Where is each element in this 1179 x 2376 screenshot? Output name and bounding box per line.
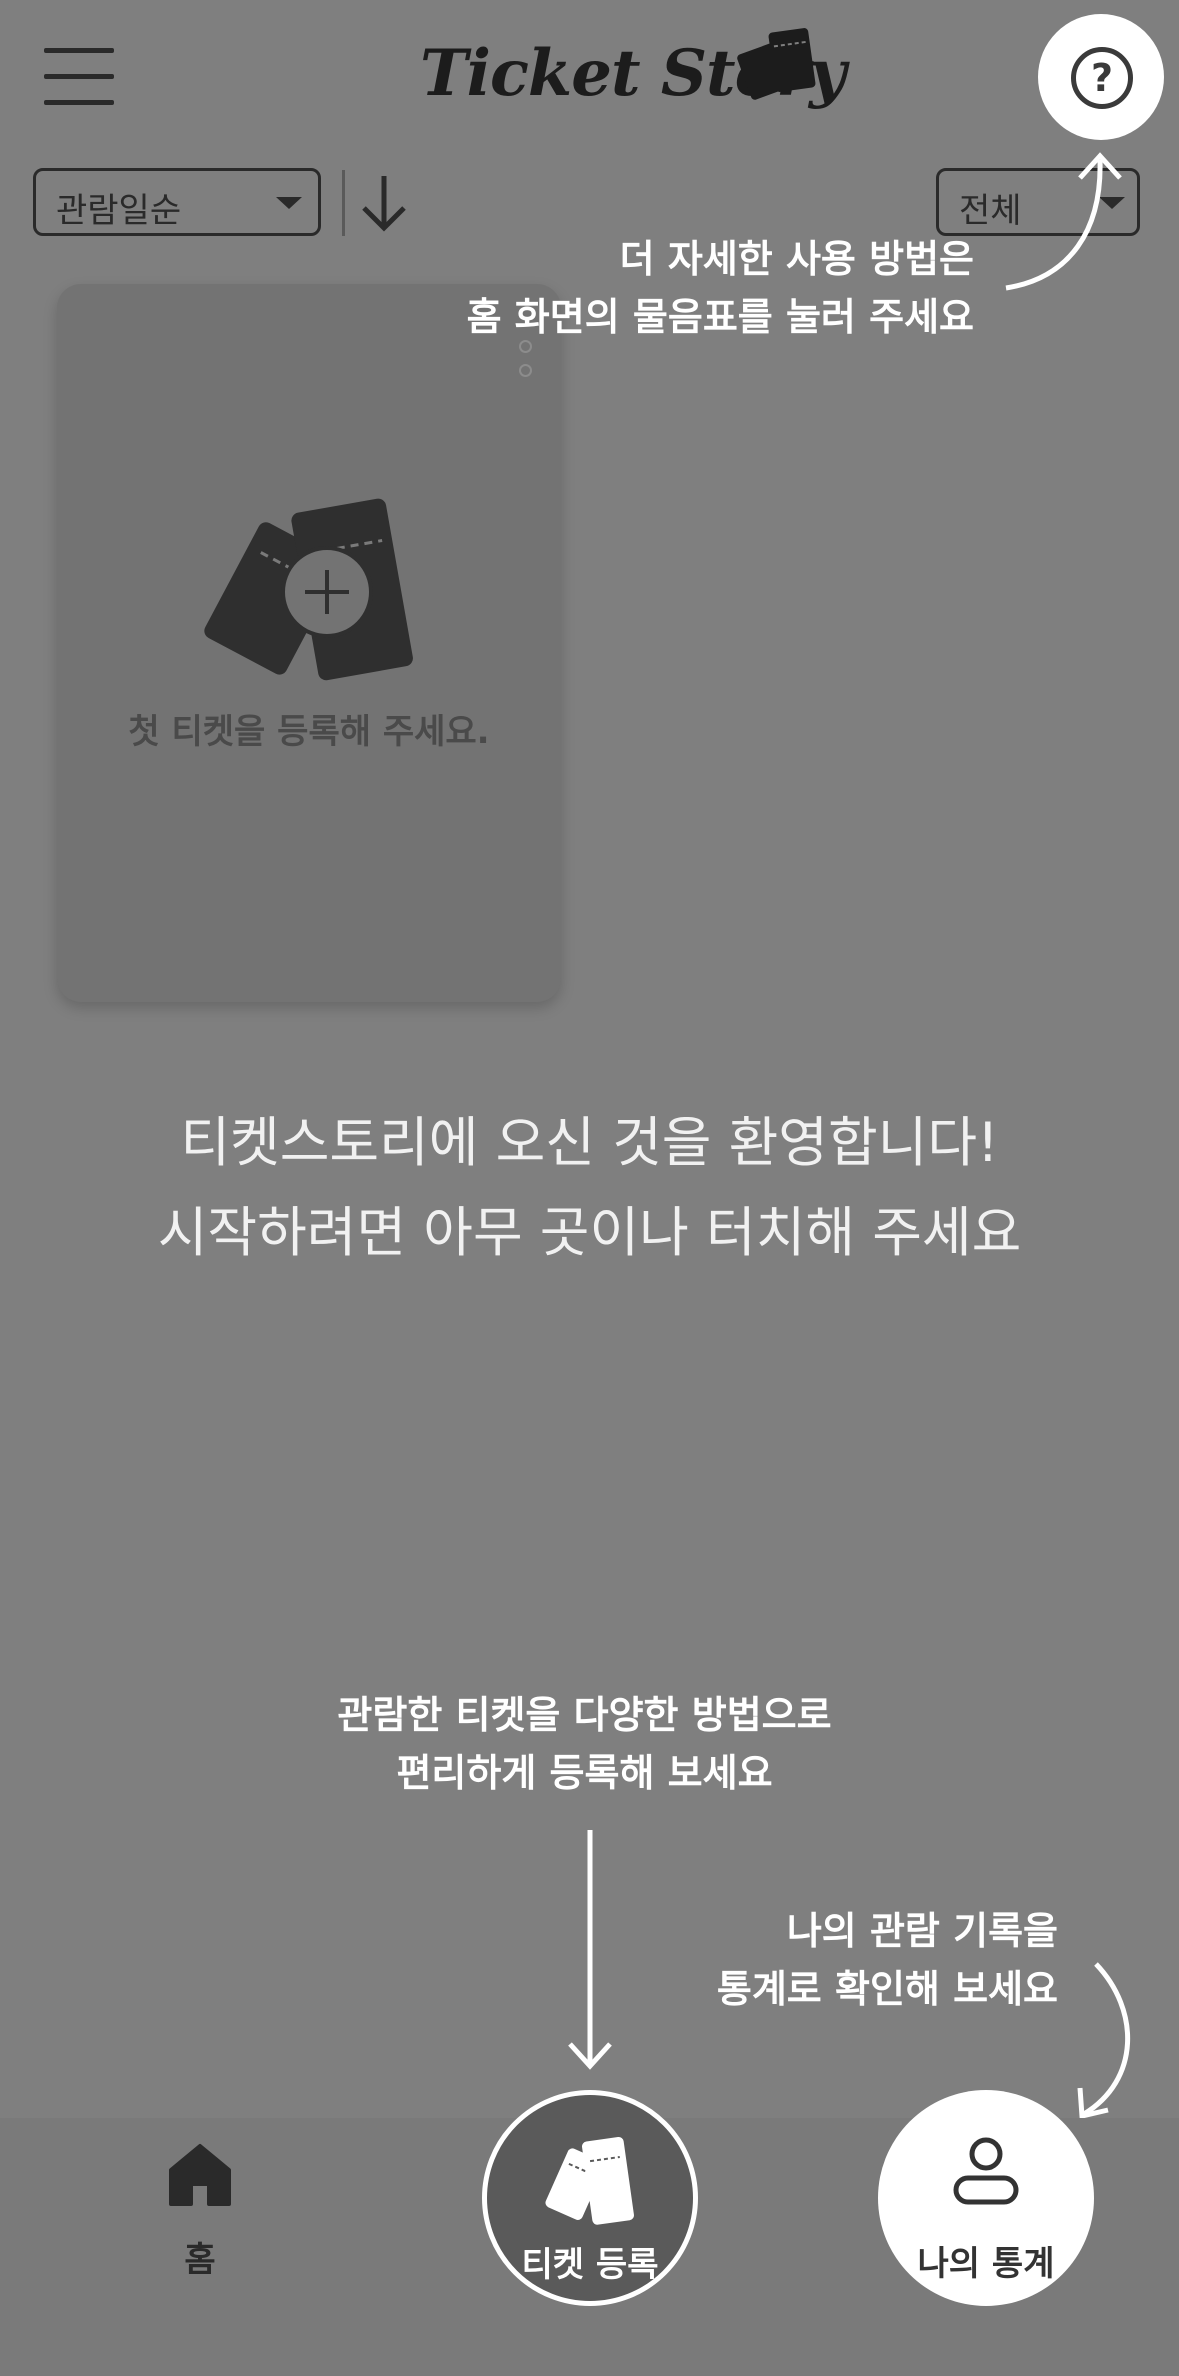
more-options-dot (519, 364, 532, 377)
logo-ticket-icon (737, 28, 816, 100)
add-first-ticket-card[interactable]: 첫 티켓을 등록해 주세요. (57, 284, 561, 1002)
register-tip-line-1: 관람한 티켓을 다양한 방법으로 (337, 1693, 832, 1737)
chevron-down-icon (276, 197, 302, 209)
register-tip: 관람한 티켓을 다양한 방법으로 편리하게 등록해 보세요 (0, 1686, 1179, 1802)
stats-tip-line-2: 통계로 확인해 보세요 (716, 1967, 1058, 2011)
register-tip-arrowhead (568, 2042, 612, 2070)
help-tip-line-2: 홈 화면의 물음표를 눌러 주세요 (466, 295, 974, 339)
help-button[interactable]: ? (1038, 14, 1164, 140)
hamburger-menu-icon[interactable] (44, 48, 114, 108)
ticket-plus-icon (204, 498, 413, 681)
welcome-line-2: 시작하려면 아무 곳이나 터치해 주세요 (157, 1201, 1022, 1264)
home-icon (169, 2144, 231, 2206)
stats-tip: 나의 관람 기록을 통계로 확인해 보세요 (560, 1902, 1058, 2018)
chevron-down-icon (1099, 197, 1125, 209)
welcome-line-1: 티켓스토리에 오신 것을 환영합니다! (180, 1111, 999, 1174)
help-tip-line-1: 더 자세한 사용 방법은 (619, 237, 974, 281)
stats-tip-arrowhead (1077, 2087, 1109, 2120)
arrow-down-icon (362, 176, 406, 232)
nav-stats-label: 나의 통계 (917, 2244, 1055, 2284)
sort-order-value: 관람일순 (56, 191, 182, 231)
app-logo: Ticket Story (420, 28, 846, 138)
nav-home-label: 홈 (184, 2240, 216, 2280)
stats-tip-arrow (1082, 1962, 1131, 2117)
sort-order-select[interactable]: 관람일순 (33, 168, 321, 236)
category-select[interactable]: 전체 (936, 168, 1140, 236)
question-mark-icon: ? (1071, 47, 1133, 109)
empty-ticket-message: 첫 티켓을 등록해 주세요. (128, 712, 490, 752)
nav-my-stats[interactable]: 나의 통계 (878, 2090, 1094, 2306)
nav-home[interactable]: 홈 (150, 2140, 250, 2280)
help-tip: 더 자세한 사용 방법은 홈 화면의 물음표를 눌러 주세요 (300, 230, 974, 346)
register-tip-line-2: 편리하게 등록해 보세요 (396, 1751, 773, 1795)
nav-register-label: 티켓 등록 (521, 2245, 659, 2285)
sort-direction-button[interactable] (356, 172, 412, 234)
user-icon (953, 2137, 1019, 2205)
nav-register-ticket[interactable]: 티켓 등록 (482, 2090, 698, 2306)
category-value: 전체 (959, 191, 1022, 231)
ticket-icon (545, 2136, 634, 2225)
filter-divider (342, 170, 345, 236)
stats-tip-line-1: 나의 관람 기록을 (786, 1909, 1058, 1953)
